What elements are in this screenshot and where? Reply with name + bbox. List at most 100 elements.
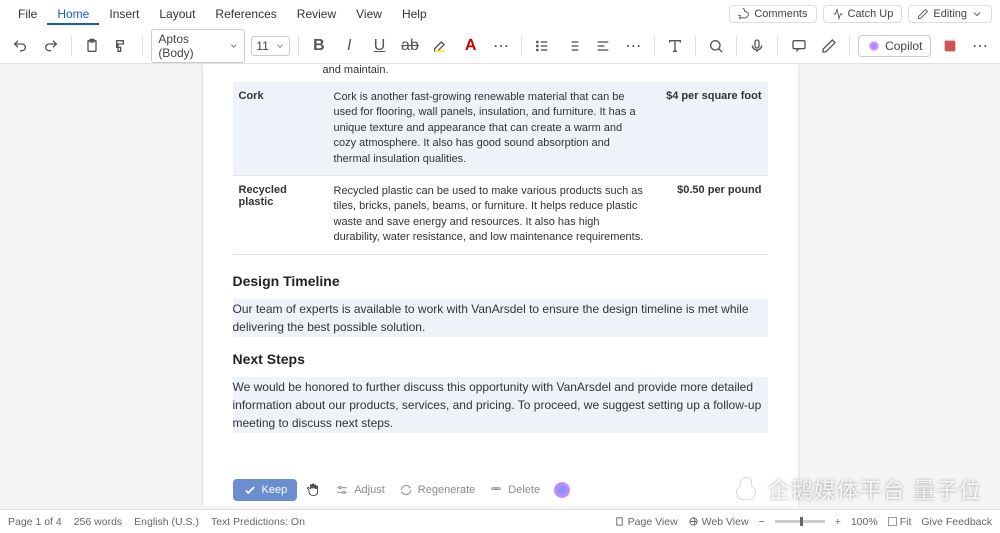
menu-view[interactable]: View <box>346 3 392 25</box>
web-view-icon <box>688 516 699 527</box>
fragment-text: and maintain. <box>323 64 768 82</box>
keep-label: Keep <box>262 484 288 496</box>
format-painter-button[interactable] <box>110 33 134 59</box>
delete-label: Delete <box>508 484 540 496</box>
sliders-icon <box>335 483 349 497</box>
material-desc: Cork is another fast-growing renewable m… <box>328 82 653 175</box>
paste-button[interactable] <box>80 33 104 59</box>
italic-button[interactable]: I <box>337 33 361 59</box>
zoom-slider[interactable] <box>775 520 825 523</box>
materials-table: Cork Cork is another fast-growing renewa… <box>233 82 768 255</box>
underline-button[interactable]: U <box>367 33 391 59</box>
chevron-down-icon <box>229 41 238 51</box>
status-language[interactable]: English (U.S.) <box>134 516 199 528</box>
table-row: Recycled plastic Recycled plastic can be… <box>233 175 768 254</box>
status-words[interactable]: 256 words <box>74 516 122 528</box>
highlight-button[interactable] <box>428 33 452 59</box>
page-view-label: Page View <box>628 516 678 528</box>
regenerate-label: Regenerate <box>418 484 476 496</box>
status-bar: Page 1 of 4 256 words English (U.S.) Tex… <box>0 509 1000 533</box>
material-name: Recycled plastic <box>233 175 328 254</box>
font-family-select[interactable]: Aptos (Body) <box>151 29 245 63</box>
designer-button[interactable] <box>937 33 961 59</box>
menu-review[interactable]: Review <box>287 3 346 25</box>
chevron-down-icon <box>275 41 285 51</box>
strikethrough-button[interactable]: ab <box>398 33 422 59</box>
heading-next-steps: Next Steps <box>233 351 768 367</box>
document-page: and maintain. Cork Cork is another fast-… <box>203 64 798 506</box>
delete-icon <box>489 483 503 497</box>
copilot-button[interactable]: Copilot <box>858 35 931 57</box>
menu-help[interactable]: Help <box>392 3 437 25</box>
check-icon <box>243 483 257 497</box>
refresh-icon <box>399 483 413 497</box>
material-desc: Recycled plastic can be used to make var… <box>328 175 653 254</box>
menu-bar: File Home Insert Layout References Revie… <box>0 0 1000 28</box>
font-size-select[interactable]: 11 <box>251 36 289 56</box>
editing-label: Editing <box>933 8 967 20</box>
catchup-label: Catch Up <box>848 8 894 20</box>
paragraph-timeline: Our team of experts is available to work… <box>233 299 768 337</box>
track-changes-button[interactable] <box>817 33 841 59</box>
zoom-in-button[interactable]: + <box>835 516 841 528</box>
copilot-icon <box>867 39 881 53</box>
status-predictions[interactable]: Text Predictions: On <box>211 516 305 528</box>
catchup-icon <box>832 8 844 20</box>
pencil-icon <box>917 8 929 20</box>
document-canvas[interactable]: and maintain. Cork Cork is another fast-… <box>0 64 1000 506</box>
dictate-button[interactable] <box>745 33 769 59</box>
fit-button[interactable]: Fit <box>888 516 912 528</box>
menu-home[interactable]: Home <box>47 3 99 25</box>
zoom-value[interactable]: 100% <box>851 516 878 528</box>
fit-label: Fit <box>900 516 912 528</box>
ribbon-toolbar: Aptos (Body) 11 B I U ab A ⋯ ⋯ Copilot ⋯ <box>0 28 1000 64</box>
catchup-button[interactable]: Catch Up <box>823 5 903 23</box>
ai-suggestion-bar: Keep Adjust Regenerate Delete <box>233 473 768 506</box>
comment-icon <box>738 8 750 20</box>
bullets-button[interactable] <box>530 33 554 59</box>
zoom-out-button[interactable]: − <box>759 516 765 528</box>
more-ribbon-button[interactable]: ⋯ <box>968 33 992 59</box>
find-button[interactable] <box>704 33 728 59</box>
web-view-button[interactable]: Web View <box>688 516 749 528</box>
delete-button[interactable]: Delete <box>489 483 540 497</box>
bold-button[interactable]: B <box>307 33 331 59</box>
align-button[interactable] <box>591 33 615 59</box>
page-view-icon <box>614 516 625 527</box>
fit-icon <box>888 517 897 526</box>
cursor-hand-icon <box>305 482 321 498</box>
paragraph-next-steps: We would be honored to further discuss t… <box>233 377 768 433</box>
web-view-label: Web View <box>702 516 749 528</box>
editing-mode-button[interactable]: Editing <box>908 5 992 23</box>
more-font-button[interactable]: ⋯ <box>489 33 513 59</box>
comments-button[interactable]: Comments <box>729 5 816 23</box>
font-family-value: Aptos (Body) <box>158 32 223 60</box>
material-price: $0.50 per pound <box>653 175 768 254</box>
table-row: Cork Cork is another fast-growing renewa… <box>233 82 768 175</box>
material-name: Cork <box>233 82 328 175</box>
adjust-button[interactable]: Adjust <box>335 483 385 497</box>
copilot-label: Copilot <box>885 39 922 53</box>
menu-file[interactable]: File <box>8 3 47 25</box>
redo-button[interactable] <box>38 33 62 59</box>
material-price: $4 per square foot <box>653 82 768 175</box>
menu-layout[interactable]: Layout <box>149 3 205 25</box>
heading-design-timeline: Design Timeline <box>233 273 768 289</box>
menu-insert[interactable]: Insert <box>99 3 149 25</box>
numbering-button[interactable] <box>561 33 585 59</box>
regenerate-button[interactable]: Regenerate <box>399 483 476 497</box>
font-color-button[interactable]: A <box>458 33 482 59</box>
page-view-button[interactable]: Page View <box>614 516 678 528</box>
more-paragraph-button[interactable]: ⋯ <box>621 33 645 59</box>
menu-references[interactable]: References <box>205 3 286 25</box>
chevron-down-icon <box>971 8 983 20</box>
styles-button[interactable] <box>663 33 687 59</box>
feedback-button[interactable]: Give Feedback <box>921 516 992 528</box>
adjust-label: Adjust <box>354 484 385 496</box>
status-page[interactable]: Page 1 of 4 <box>8 516 62 528</box>
ai-badge-icon <box>554 482 570 498</box>
undo-button[interactable] <box>8 33 32 59</box>
add-comment-button[interactable] <box>786 33 810 59</box>
keep-button[interactable]: Keep <box>233 479 298 501</box>
font-size-value: 11 <box>256 39 268 53</box>
